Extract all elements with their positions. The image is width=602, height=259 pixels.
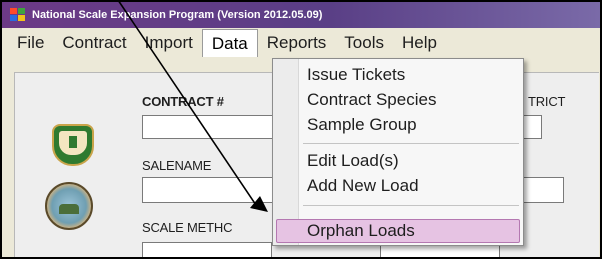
menu-gutter [273,59,299,245]
menu-separator [303,143,519,144]
menu-tools[interactable]: Tools [335,29,393,57]
app-icon [10,8,26,22]
menu-item-sample-group[interactable]: Sample Group [307,115,417,135]
agency-seal-icon [45,182,93,230]
menu-contract[interactable]: Contract [53,29,135,57]
application-window: National Scale Expansion Program (Versio… [0,0,602,259]
menu-item-add-new-load[interactable]: Add New Load [307,176,419,196]
title-bar: National Scale Expansion Program (Versio… [2,2,600,28]
district-label: TRICT [528,94,566,109]
menu-bar: File Contract Import Data Reports Tools … [2,28,600,58]
contract-number-label: CONTRACT # [142,94,224,109]
menu-item-issue-tickets[interactable]: Issue Tickets [307,65,405,85]
salename-label: SALENAME [142,158,212,173]
data-menu-dropdown: Issue Tickets Contract Species Sample Gr… [272,58,524,246]
menu-item-contract-species[interactable]: Contract Species [307,90,436,110]
menu-item-orphan-loads[interactable]: Orphan Loads [307,221,415,241]
menu-file[interactable]: File [8,29,53,57]
contract-number-input[interactable] [142,115,274,139]
scale-method-label: SCALE METHC [142,220,233,235]
menu-reports[interactable]: Reports [258,29,336,57]
menu-item-edit-loads[interactable]: Edit Load(s) [307,151,399,171]
scale-method-select[interactable] [142,242,272,257]
menu-separator [303,205,519,206]
menu-data[interactable]: Data [201,29,258,57]
window-title: National Scale Expansion Program (Versio… [32,9,323,21]
forest-service-shield-icon [52,124,94,166]
menu-help[interactable]: Help [393,29,446,57]
menu-import[interactable]: Import [136,29,202,57]
